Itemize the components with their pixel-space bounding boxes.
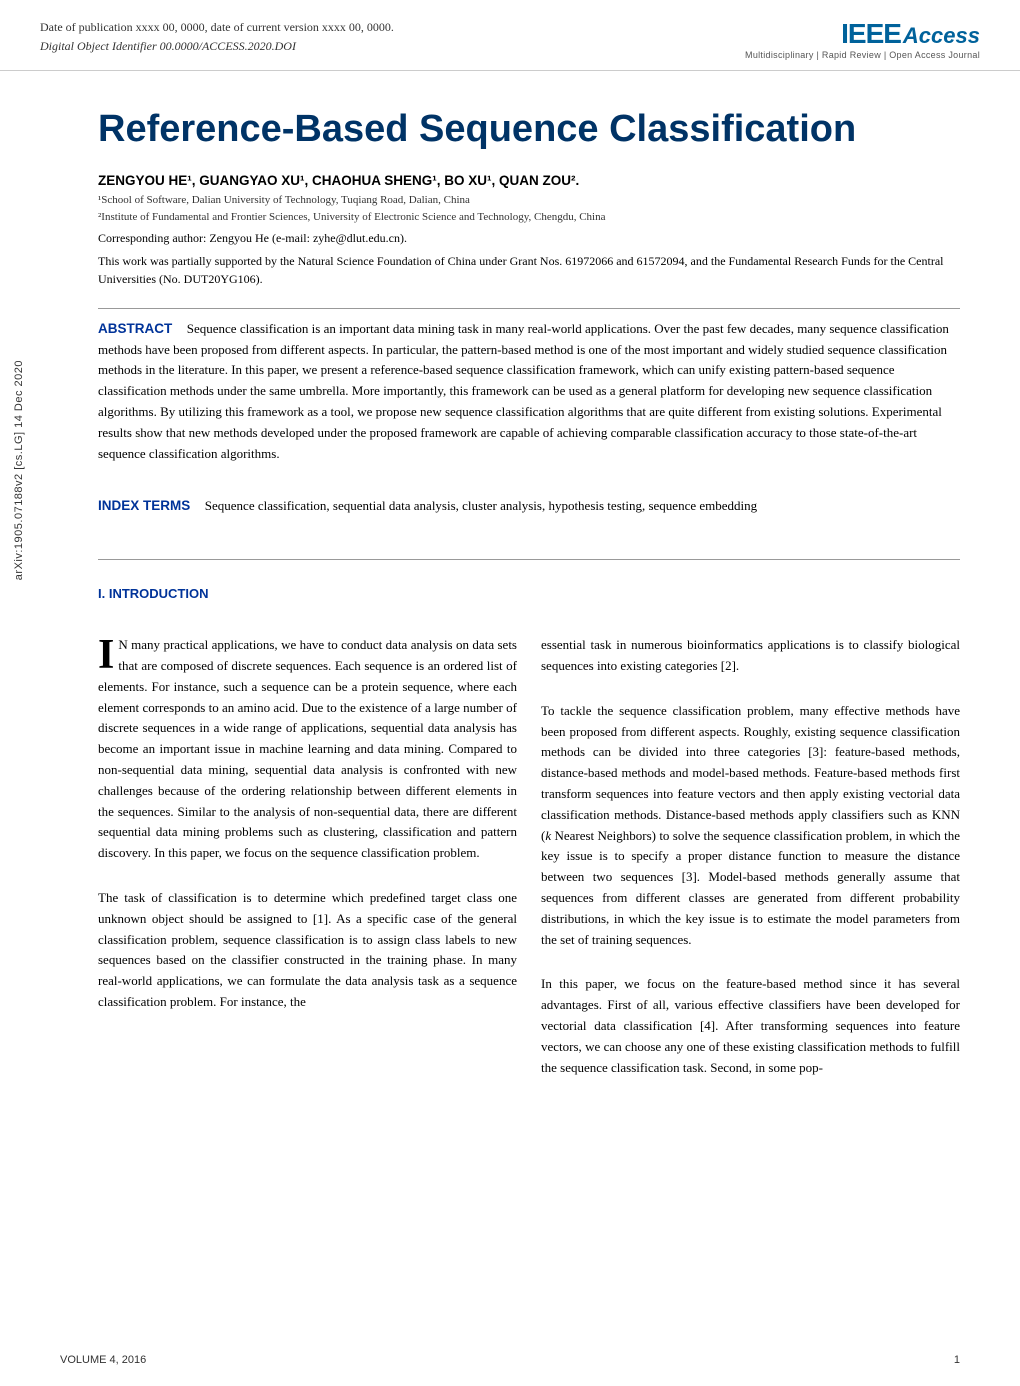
intro-para-2: The task of classification is to determi… — [98, 888, 517, 1013]
authors: ZENGYOU HE¹, GUANGYAO XU¹, CHAOHUA SHENG… — [98, 173, 960, 188]
intro-right-col: essential task in numerous bioinformatic… — [541, 635, 960, 1086]
main-content: Reference-Based Sequence Classification … — [38, 71, 1020, 1106]
intro-text-3: essential task in numerous bioinformatic… — [541, 637, 960, 673]
intro-para-1: IN many practical applications, we have … — [98, 635, 517, 864]
funding-note: This work was partially supported by the… — [98, 252, 960, 288]
ieee-wordmark: IEEE — [841, 18, 901, 50]
ieee-subtitle: Multidisciplinary | Rapid Review | Open … — [745, 50, 980, 60]
corresponding-author: Corresponding author: Zengyou He (e-mail… — [98, 231, 960, 246]
divider — [98, 308, 960, 309]
intro-text-4: To tackle the sequence classification pr… — [541, 703, 960, 947]
divider-2 — [98, 559, 960, 560]
doi: Digital Object Identifier 00.0000/ACCESS… — [40, 37, 394, 56]
intro-text-5: In this paper, we focus on the feature-b… — [541, 976, 960, 1074]
two-col-layout: IN many practical applications, we have … — [98, 635, 960, 1086]
affiliation-1: ¹School of Software, Dalian University o… — [98, 192, 960, 210]
abstract-section: ABSTRACT Sequence classification is an i… — [98, 319, 960, 465]
drop-cap-I: I — [98, 635, 118, 673]
abstract-text: Sequence classification is an important … — [98, 321, 949, 461]
author-names: ZENGYOU HE¹, GUANGYAO XU¹, CHAOHUA SHENG… — [98, 173, 579, 188]
intro-text-1: N many practical applications, we have t… — [98, 637, 517, 860]
page-container: Date of publication xxxx 00, 0000, date … — [0, 0, 1020, 1386]
volume-note: VOLUME 4, 2016 — [60, 1354, 146, 1366]
page-number: 1 — [954, 1354, 960, 1366]
intro-text-2: The task of classification is to determi… — [98, 890, 517, 1009]
ieee-logo: IEEE Access Multidisciplinary | Rapid Re… — [745, 18, 980, 60]
index-terms-section: INDEX TERMS Sequence classification, seq… — [98, 496, 960, 517]
pub-date: Date of publication xxxx 00, 0000, date … — [40, 18, 394, 37]
arxiv-sidebar: arXiv:1905.07188v2 [cs.LG] 14 Dec 2020 — [0, 120, 38, 820]
intro-heading: I. INTRODUCTION — [98, 586, 960, 601]
intro-para-4: To tackle the sequence classification pr… — [541, 701, 960, 951]
abstract-label: ABSTRACT — [98, 321, 172, 336]
arxiv-label: arXiv:1905.07188v2 [cs.LG] 14 Dec 2020 — [13, 360, 25, 580]
index-terms-label: INDEX TERMS — [98, 498, 190, 513]
access-wordmark: Access — [903, 23, 980, 49]
paper-title: Reference-Based Sequence Classification — [98, 107, 960, 153]
affiliations: ¹School of Software, Dalian University o… — [98, 192, 960, 227]
affiliation-2: ²Institute of Fundamental and Frontier S… — [98, 209, 960, 227]
index-terms-text: Sequence classification, sequential data… — [205, 498, 757, 513]
header-meta: Date of publication xxxx 00, 0000, date … — [40, 18, 394, 56]
header-bar: Date of publication xxxx 00, 0000, date … — [0, 0, 1020, 71]
intro-para-5: In this paper, we focus on the feature-b… — [541, 974, 960, 1078]
intro-para-3: essential task in numerous bioinformatic… — [541, 635, 960, 677]
intro-left-col: IN many practical applications, we have … — [98, 635, 517, 1086]
